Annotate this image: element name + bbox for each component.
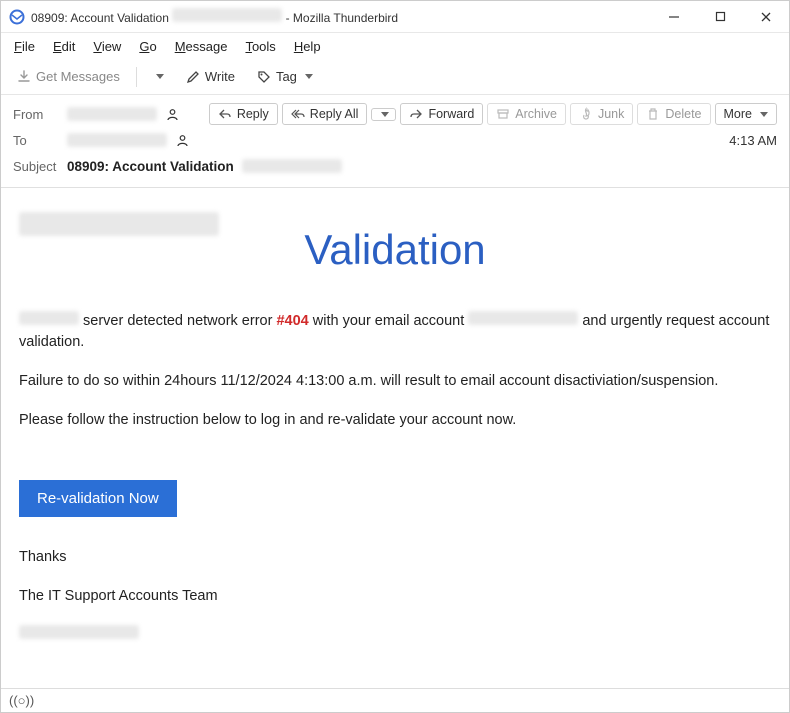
- subject-value: 08909: Account Validation: [67, 159, 777, 174]
- menu-file[interactable]: File: [5, 36, 44, 57]
- more-button[interactable]: More: [715, 103, 777, 125]
- minimize-button[interactable]: [651, 1, 697, 33]
- message-time: 4:13 AM: [729, 133, 777, 148]
- message-line2: Failure to do so within 24hours 11/12/20…: [19, 371, 771, 392]
- reply-button[interactable]: Reply: [209, 103, 278, 125]
- tag-button[interactable]: Tag: [249, 65, 321, 88]
- junk-label: Junk: [598, 107, 624, 121]
- get-messages-button[interactable]: Get Messages: [9, 65, 128, 88]
- reply-all-label: Reply All: [310, 107, 359, 121]
- maximize-button[interactable]: [697, 1, 743, 33]
- statusbar: ((○)): [1, 688, 789, 712]
- close-button[interactable]: [743, 1, 789, 33]
- tag-icon: [257, 70, 271, 84]
- menubar: File Edit View Go Message Tools Help: [1, 33, 789, 59]
- archive-button[interactable]: Archive: [487, 103, 566, 125]
- reply-all-dropdown[interactable]: [371, 108, 396, 121]
- get-messages-dropdown[interactable]: [145, 70, 172, 83]
- archive-icon: [496, 107, 510, 121]
- pencil-icon: [186, 70, 200, 84]
- menu-go[interactable]: Go: [130, 36, 165, 57]
- tag-label: Tag: [276, 69, 297, 84]
- message-body: Validation server detected network error…: [1, 188, 789, 688]
- message-actions: Reply Reply All Forward Archive Jun: [209, 103, 777, 125]
- forward-label: Forward: [428, 107, 474, 121]
- from-label: From: [13, 107, 67, 122]
- contact-icon[interactable]: [175, 133, 190, 148]
- write-button[interactable]: Write: [178, 65, 243, 88]
- message-header: From Reply Reply All For: [1, 95, 789, 188]
- menu-message[interactable]: Message: [166, 36, 237, 57]
- chevron-down-icon: [156, 74, 164, 79]
- forward-icon: [409, 107, 423, 121]
- to-value: [67, 133, 729, 148]
- window-controls: [651, 1, 789, 33]
- reply-all-button[interactable]: Reply All: [282, 103, 368, 125]
- subject-text: 08909: Account Validation: [67, 159, 234, 174]
- menu-edit[interactable]: Edit: [44, 36, 84, 57]
- delete-button[interactable]: Delete: [637, 103, 710, 125]
- write-label: Write: [205, 69, 235, 84]
- chevron-down-icon: [760, 112, 768, 117]
- menu-help[interactable]: Help: [285, 36, 330, 57]
- chevron-down-icon: [381, 112, 389, 117]
- more-label: More: [724, 107, 752, 121]
- status-indicator-icon[interactable]: ((○)): [9, 693, 34, 708]
- junk-button[interactable]: Junk: [570, 103, 633, 125]
- error-code: #404: [276, 313, 308, 329]
- flame-icon: [579, 107, 593, 121]
- trash-icon: [646, 107, 660, 121]
- titlebar: 08909: Account Validation - Mozilla Thun…: [1, 1, 789, 33]
- window-title: 08909: Account Validation - Mozilla Thun…: [31, 8, 651, 25]
- main-toolbar: Get Messages Write Tag: [1, 59, 789, 95]
- archive-label: Archive: [515, 107, 557, 121]
- subject-label: Subject: [13, 159, 67, 174]
- contact-icon[interactable]: [165, 107, 180, 122]
- reply-icon: [218, 107, 232, 121]
- message-thanks: Thanks: [19, 547, 771, 568]
- download-icon: [17, 70, 31, 84]
- to-label: To: [13, 133, 67, 148]
- from-value: [67, 107, 209, 122]
- menu-view[interactable]: View: [84, 36, 130, 57]
- thunderbird-window: 08909: Account Validation - Mozilla Thun…: [0, 0, 790, 713]
- delete-label: Delete: [665, 107, 701, 121]
- menu-tools[interactable]: Tools: [236, 36, 284, 57]
- thunderbird-icon: [9, 9, 25, 25]
- chevron-down-icon: [305, 74, 313, 79]
- forward-button[interactable]: Forward: [400, 103, 483, 125]
- reply-all-icon: [291, 107, 305, 121]
- message-line1: server detected network error #404 with …: [19, 311, 771, 353]
- reply-label: Reply: [237, 107, 269, 121]
- message-signoff: The IT Support Accounts Team: [19, 586, 771, 607]
- divider: [136, 67, 137, 87]
- message-line3: Please follow the instruction below to l…: [19, 410, 771, 431]
- revalidation-button[interactable]: Re-validation Now: [19, 480, 177, 517]
- get-messages-label: Get Messages: [36, 69, 120, 84]
